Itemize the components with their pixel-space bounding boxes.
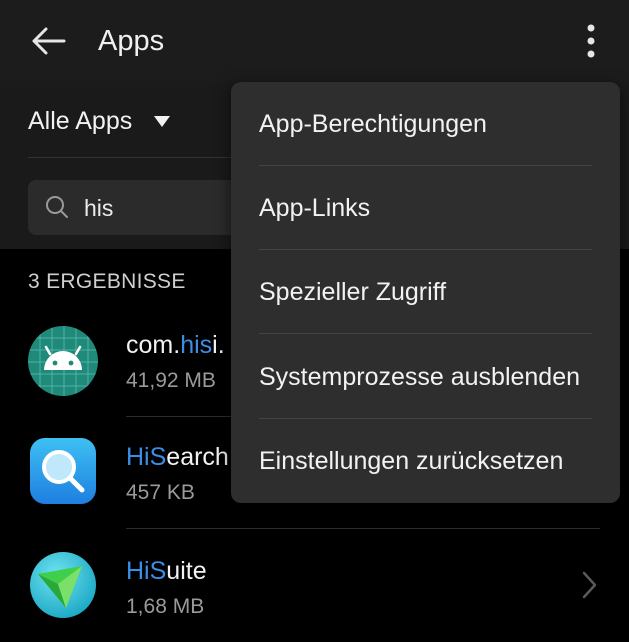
app-name-highlight: HiS [126, 557, 167, 585]
menu-item-reset-settings[interactable]: Einstellungen zurücksetzen [231, 419, 620, 503]
app-name-highlight: HiS [126, 443, 167, 471]
back-button[interactable] [22, 18, 74, 64]
menu-item-label: App-Berechtigungen [259, 110, 487, 138]
caret-down-icon [154, 115, 171, 127]
menu-item-label: Systemprozesse ausblenden [259, 363, 581, 391]
app-name: com.hisi. [126, 330, 225, 360]
android-icon [28, 326, 98, 396]
app-name-rest: uite [166, 557, 207, 585]
filter-label: Alle Apps [28, 106, 133, 135]
toolbar: Apps [0, 0, 629, 81]
hisuite-icon [30, 552, 96, 618]
arrow-left-icon [32, 27, 66, 55]
app-size: 41,92 MB [126, 369, 216, 392]
app-name: HiSearch [126, 442, 229, 472]
divider [126, 528, 600, 529]
divider [259, 333, 592, 334]
magnifier-app-icon [30, 438, 96, 504]
app-size: 1,68 MB [126, 595, 205, 618]
app-filter-dropdown[interactable]: Alle Apps [28, 101, 171, 141]
menu-item-label: App-Links [259, 194, 371, 222]
page-title: Apps [98, 25, 165, 57]
menu-item-label: Spezieller Zugriff [259, 278, 447, 306]
list-item[interactable]: HiSuite 1,68 MB [0, 532, 629, 642]
app-name: HiSuite [126, 556, 207, 586]
menu-item-special-access[interactable]: Spezieller Zugriff [231, 250, 620, 334]
menu-item-app-permissions[interactable]: App-Berechtigungen [231, 82, 620, 166]
app-name-rest: earch [166, 443, 229, 471]
more-vertical-icon [587, 24, 595, 58]
app-size: 457 KB [126, 481, 195, 504]
app-name-prefix: com. [126, 331, 181, 359]
results-count: 3 ERGEBNISSE [28, 270, 186, 293]
app-name-rest: i. [212, 331, 225, 359]
chevron-right-icon [582, 571, 597, 599]
menu-item-app-links[interactable]: App-Links [231, 166, 620, 250]
menu-item-hide-system-processes[interactable]: Systemprozesse ausblenden [231, 335, 620, 419]
overflow-menu-button[interactable] [570, 16, 612, 66]
search-value: his [84, 195, 114, 221]
app-name-highlight: his [180, 331, 213, 359]
search-icon [46, 196, 68, 218]
menu-item-label: Einstellungen zurücksetzen [259, 447, 564, 475]
overflow-popup-menu: App-Berechtigungen App-Links Spezieller … [231, 82, 620, 503]
